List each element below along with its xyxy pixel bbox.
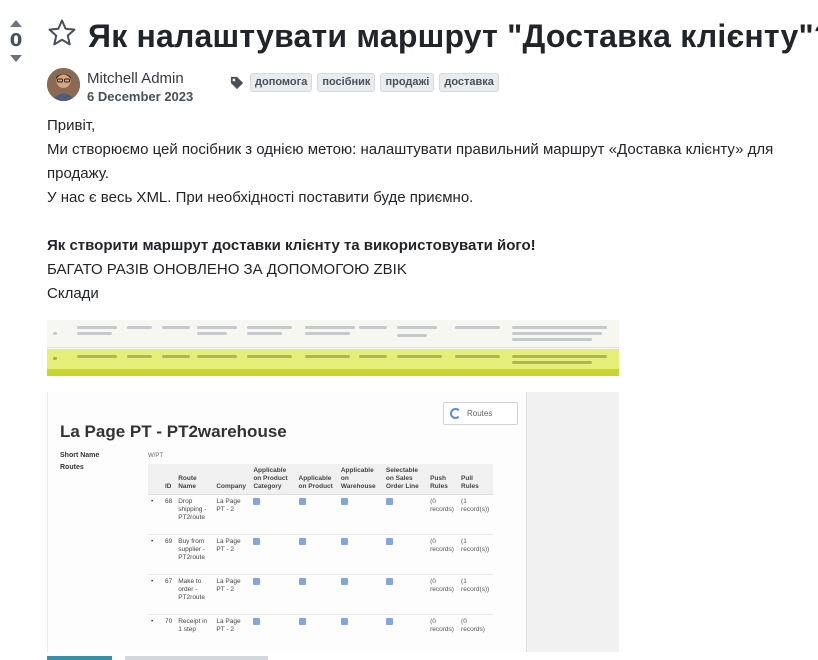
col-route-name: Route Name	[175, 464, 214, 495]
col-sales-order-line: Selectable on Sales Order Line	[382, 464, 428, 495]
external-link-icon	[298, 578, 306, 585]
external-link-icon	[253, 538, 261, 545]
external-link-icon	[298, 538, 306, 545]
screenshot-routes-label: Routes	[467, 409, 493, 418]
table-row: • 69 Buy from supplier - PT2route La Pag…	[148, 534, 493, 575]
screenshot-routes-button: Routes	[443, 402, 518, 425]
external-link-icon	[253, 578, 261, 585]
col-product: Applicable on Product	[295, 464, 338, 495]
body-xml-note: У нас є весь XML. При необхідності поста…	[47, 189, 474, 206]
external-link-icon	[298, 498, 306, 505]
vote-widget: 0	[6, 20, 26, 62]
external-link-icon	[385, 498, 393, 505]
tag-delivery[interactable]: доставка	[439, 73, 499, 92]
external-link-icon	[253, 498, 261, 505]
question-body: Привіт, Ми створюємо цей посібник з одні…	[47, 114, 787, 306]
external-link-icon	[385, 618, 393, 625]
screenshot-side-panel	[526, 392, 619, 652]
screenshot-list-row-selected	[47, 349, 619, 376]
vote-count: 0	[9, 30, 23, 51]
col-id: ID	[162, 464, 176, 495]
external-link-icon	[340, 498, 348, 505]
screenshot-field-routes: Routes	[60, 464, 84, 471]
external-link-icon	[340, 578, 348, 585]
external-link-icon	[385, 578, 393, 585]
screenshot-routes-table: ID Route Name Company Applicable on Prod…	[148, 464, 493, 652]
tag-guide[interactable]: посібник	[317, 73, 376, 92]
secondary-button-edge[interactable]	[125, 656, 268, 660]
col-company: Company	[213, 464, 251, 495]
external-link-icon	[385, 538, 393, 545]
question-title: Як налаштувати маршрут "Доставка клієнту…	[88, 18, 818, 54]
author-name[interactable]: Mitchell Admin	[87, 70, 184, 88]
favorite-star-icon[interactable]	[47, 18, 77, 48]
embedded-screenshot-form: Routes La Page PT - PT2warehouse Short N…	[47, 392, 619, 652]
tag-icon	[230, 76, 244, 89]
refresh-icon	[450, 408, 461, 419]
col-warehouse: Applicable on Warehouse	[337, 464, 383, 495]
answer-button-edge[interactable]	[47, 656, 112, 660]
external-link-icon	[340, 618, 348, 625]
table-row: • 68 Drop shipping - PT2route La Page PT…	[148, 494, 493, 535]
author-avatar[interactable]	[47, 68, 80, 101]
tag-help[interactable]: допомога	[250, 73, 313, 92]
external-link-icon	[298, 618, 306, 625]
col-product-category: Applicable on Product Category	[250, 464, 296, 495]
screenshot-record-title: La Page PT - PT2warehouse	[60, 422, 287, 441]
downvote-icon[interactable]	[10, 55, 22, 62]
external-link-icon	[340, 538, 348, 545]
table-row: • 67 Make to order - PT2route La Page PT…	[148, 574, 493, 615]
screenshot-table-header: ID Route Name Company Applicable on Prod…	[148, 464, 493, 495]
col-pull-rules: Pull Rules	[458, 464, 493, 495]
post-date: 6 December 2023	[87, 89, 194, 104]
tag-sales[interactable]: продажі	[380, 73, 435, 92]
screenshot-list-row	[47, 320, 619, 348]
embedded-screenshot-list	[47, 320, 619, 376]
body-purpose: Ми створюємо цей посібник з однією метою…	[47, 141, 774, 182]
screenshot-field-short-name: Short Name	[60, 452, 100, 459]
body-warehouses: Склади	[47, 285, 99, 302]
body-updated-note: БАГАТО РАЗІВ ОНОВЛЕНО ЗА ДОПОМОГОЮ ZBIK	[47, 261, 407, 278]
body-greeting: Привіт,	[47, 117, 96, 134]
col-push-rules: Push Rules	[427, 464, 459, 495]
upvote-icon[interactable]	[10, 20, 22, 27]
table-row: • 70 Receipt in 1 step La Page PT - 2 (0…	[148, 614, 493, 652]
external-link-icon	[253, 618, 261, 625]
screenshot-field-short-name-value: W/PT	[148, 453, 163, 459]
tag-list: допомога посібник продажі доставка	[230, 73, 504, 92]
body-heading: Як створити маршрут доставки клієнту та …	[47, 237, 536, 254]
